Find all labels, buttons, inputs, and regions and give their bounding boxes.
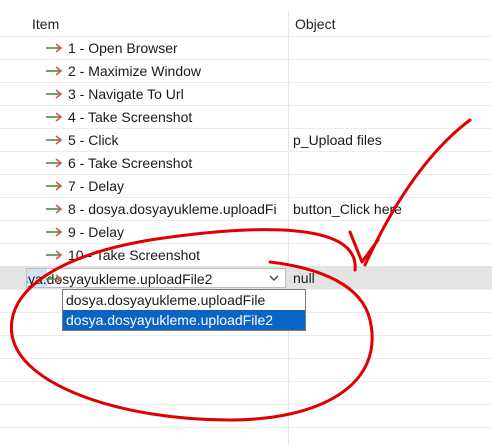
step-arrow-icon	[44, 226, 66, 238]
table-row[interactable]: 7 - Delay	[0, 174, 492, 197]
step-label: 9 - Delay	[68, 224, 125, 240]
table-row-editing[interactable]: sya.dosyayukleme.uploadFile2 null	[0, 266, 492, 289]
step-label: 10 - Take Screenshot	[68, 247, 201, 263]
dropdown-option-selected[interactable]: dosya.dosyayukleme.uploadFile2	[63, 310, 305, 330]
step-label: 1 - Open Browser	[68, 40, 178, 56]
table-header: Item Object	[0, 0, 492, 36]
step-arrow-icon	[44, 134, 66, 146]
row-gridline	[0, 381, 492, 382]
table-row[interactable]: 5 - Click p_Upload files	[0, 128, 492, 151]
object-cell[interactable]: p_Upload files	[293, 132, 492, 148]
table-row[interactable]: 3 - Navigate To Url	[0, 82, 492, 105]
step-arrow-icon	[44, 272, 66, 284]
step-label: 5 - Click	[68, 132, 119, 148]
column-header-object[interactable]: Object	[295, 16, 335, 32]
step-arrow-icon	[44, 88, 66, 100]
step-label: 7 - Delay	[68, 178, 125, 194]
table-row[interactable]: 8 - dosya.dosyayukleme.uploadFi button_Cl…	[0, 197, 492, 220]
step-label: 8 - dosya.dosyayukleme.uploadFi	[68, 201, 277, 217]
row-gridline	[0, 404, 492, 405]
row-gridline	[0, 358, 492, 359]
object-cell[interactable]: null	[293, 270, 492, 286]
table-row[interactable]: 6 - Take Screenshot	[0, 151, 492, 174]
object-cell[interactable]: button_Click here	[293, 201, 492, 217]
chevron-down-icon[interactable]	[267, 271, 281, 285]
step-arrow-icon	[44, 157, 66, 169]
step-label: 2 - Maximize Window	[68, 63, 202, 79]
table-row[interactable]: 1 - Open Browser	[0, 36, 492, 59]
step-label: 4 - Take Screenshot	[68, 109, 193, 125]
column-divider[interactable]	[288, 12, 289, 36]
column-header-item[interactable]: Item	[32, 16, 59, 32]
dropdown-option[interactable]: dosya.dosyayukleme.uploadFile	[63, 290, 305, 310]
step-arrow-icon	[44, 42, 66, 54]
step-arrow-icon	[44, 203, 66, 215]
table-row[interactable]: 2 - Maximize Window	[0, 59, 492, 82]
row-gridline	[0, 335, 492, 336]
row-gridline	[0, 427, 492, 428]
step-label: 3 - Navigate To Url	[68, 86, 184, 102]
item-dropdown-list: dosya.dosyayukleme.uploadFile dosya.dosy…	[62, 289, 306, 331]
step-arrow-icon	[44, 180, 66, 192]
step-arrow-icon	[44, 111, 66, 123]
step-arrow-icon	[44, 65, 66, 77]
table-row[interactable]: 9 - Delay	[0, 220, 492, 243]
table-row[interactable]: 4 - Take Screenshot	[0, 105, 492, 128]
step-arrow-icon	[44, 249, 66, 261]
table-row[interactable]: 10 - Take Screenshot	[0, 243, 492, 266]
step-label: 6 - Take Screenshot	[68, 155, 193, 171]
